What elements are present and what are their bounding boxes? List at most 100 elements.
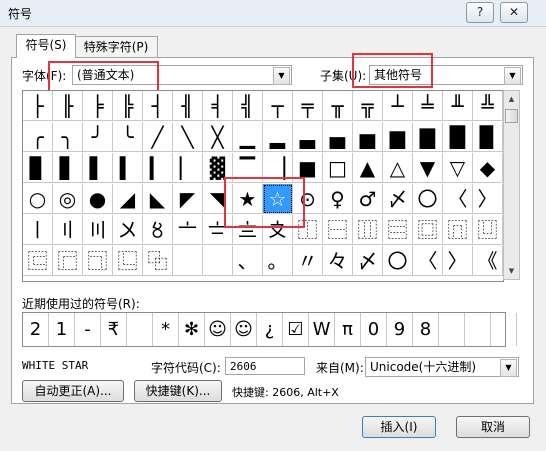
shortcut-key-button[interactable]: 快捷键(K)... xyxy=(134,380,222,402)
symbol-cell[interactable]: ▍ xyxy=(113,153,143,183)
symbol-cell[interactable]: ╠ xyxy=(113,91,143,121)
symbol-cell[interactable]: ╩ xyxy=(473,91,503,121)
symbol-grid-scrollbar[interactable]: ▲ ▼ xyxy=(503,90,520,280)
char-code-input[interactable]: 2606 xyxy=(225,357,305,375)
symbol-cell[interactable]: ⿹ xyxy=(83,246,113,276)
symbol-cell[interactable]: ◤ xyxy=(173,184,203,214)
recent-symbol-cell[interactable]: 1 xyxy=(49,313,75,346)
symbol-cell[interactable]: 〤 xyxy=(113,215,143,245)
symbol-cell[interactable]: ┴ xyxy=(383,91,413,121)
symbol-cell[interactable]: ┬ xyxy=(263,91,293,121)
recent-symbol-cell[interactable]: ☺ xyxy=(205,313,231,346)
symbol-cell[interactable]: █ xyxy=(443,122,473,152)
scroll-up-icon[interactable]: ▲ xyxy=(504,91,519,107)
symbol-cell[interactable]: ⿺ xyxy=(113,246,143,276)
symbol-cell[interactable]: ◢ xyxy=(113,184,143,214)
symbol-cell[interactable]: 〈 xyxy=(443,184,473,214)
symbol-cell[interactable]: ⿻ xyxy=(143,246,173,276)
symbol-cell[interactable]: ▽ xyxy=(443,153,473,183)
recent-symbol-cell[interactable]: 0 xyxy=(361,313,387,346)
symbol-cell[interactable]: ▏ xyxy=(173,153,203,183)
symbol-cell[interactable]: ⿲ xyxy=(353,215,383,245)
symbol-cell[interactable]: ╞ xyxy=(83,91,113,121)
symbol-cell[interactable]: 〡 xyxy=(23,215,53,245)
symbol-cell[interactable]: ▉ xyxy=(473,122,503,152)
symbol-cell[interactable]: ⿱ xyxy=(323,215,353,245)
symbol-cell[interactable]: 〈 xyxy=(413,246,443,276)
symbol-cell[interactable]: 〃 xyxy=(293,246,323,276)
recent-symbol-cell[interactable]: ₹ xyxy=(101,313,127,346)
symbol-cell[interactable]: ▲ xyxy=(353,153,383,183)
symbol-cell[interactable]: ▅ xyxy=(353,122,383,152)
recent-symbol-cell[interactable] xyxy=(127,313,153,346)
symbol-cell[interactable]: ┤ xyxy=(143,91,173,121)
symbol-cell[interactable]: ⿳ xyxy=(383,215,413,245)
symbol-cell[interactable]: 。 xyxy=(263,246,293,276)
symbol-cell[interactable] xyxy=(173,246,203,276)
close-button[interactable]: ✕ xyxy=(500,2,528,23)
symbol-cell[interactable]: ╦ xyxy=(353,91,383,121)
recent-symbol-cell[interactable]: - xyxy=(75,313,101,346)
symbol-cell[interactable]: ▎ xyxy=(143,153,173,183)
symbol-cell[interactable]: ▆ xyxy=(383,122,413,152)
symbol-cell[interactable]: ╣ xyxy=(233,91,263,121)
recent-symbol-cell[interactable]: 9 xyxy=(387,313,413,346)
scroll-down-icon[interactable]: ▼ xyxy=(504,263,519,279)
symbol-cell[interactable]: ╭ xyxy=(23,122,53,152)
symbol-cell[interactable]: ● xyxy=(83,184,113,214)
recent-symbol-cell[interactable]: ✻ xyxy=(179,313,205,346)
symbol-cell[interactable]: ◎ xyxy=(53,184,83,214)
cancel-button[interactable]: 取消 xyxy=(456,416,530,438)
from-select[interactable]: Unicode(十六进制) ▼ xyxy=(365,357,519,377)
chevron-down-icon[interactable]: ▼ xyxy=(273,67,290,85)
symbol-cell[interactable]: 〆 xyxy=(383,184,413,214)
symbol-cell[interactable]: 〥 xyxy=(143,215,173,245)
symbol-cell[interactable]: ⿸ xyxy=(53,246,83,276)
symbol-cell[interactable] xyxy=(203,246,233,276)
symbol-cell[interactable]: 々 xyxy=(323,246,353,276)
scrollbar-thumb[interactable] xyxy=(505,109,518,123)
recent-symbols[interactable]: 2 1- ₹ * ✻ ☺ ☺ ¿ ☑ Wπ 0 9 8 xyxy=(22,312,517,347)
symbol-cell[interactable]: ╯ xyxy=(83,122,113,152)
symbol-cell[interactable]: △ xyxy=(383,153,413,183)
symbol-cell[interactable]: ⿵ xyxy=(443,215,473,245)
symbol-cell[interactable]: ◆ xyxy=(473,153,503,183)
chevron-down-icon[interactable]: ▼ xyxy=(504,67,521,85)
symbol-cell[interactable]: ⿶ xyxy=(473,215,503,245)
symbol-cell[interactable]: ▋ xyxy=(53,153,83,183)
symbol-cell[interactable]: ⿴ xyxy=(413,215,443,245)
symbol-cell[interactable]: ▁ xyxy=(233,122,263,152)
symbol-cell[interactable]: ◣ xyxy=(143,184,173,214)
tab-special-characters[interactable]: 特殊字符(P) xyxy=(74,36,158,58)
recent-symbol-cell[interactable]: 2 xyxy=(23,313,49,346)
recent-symbol-cell[interactable]: * xyxy=(153,313,179,346)
symbol-cell[interactable]: ╱ xyxy=(143,122,173,152)
symbol-cell[interactable]: ▃ xyxy=(293,122,323,152)
symbol-cell[interactable]: ♂ xyxy=(353,184,383,214)
symbol-cell[interactable]: □ xyxy=(323,153,353,183)
recent-symbol-cell[interactable] xyxy=(439,313,465,346)
symbol-cell[interactable]: ▇ xyxy=(413,122,443,152)
symbol-cell[interactable]: 〉 xyxy=(443,246,473,276)
symbol-cell[interactable]: ♀ xyxy=(323,184,353,214)
symbol-cell[interactable]: ╰ xyxy=(113,122,143,152)
symbol-cell[interactable]: ○ xyxy=(23,184,53,214)
symbol-cell[interactable]: ├ xyxy=(23,91,53,121)
autocorrect-button[interactable]: 自动更正(A)... xyxy=(22,380,124,402)
recent-symbol-cell[interactable]: 8 xyxy=(413,313,439,346)
help-button[interactable]: ? xyxy=(466,2,494,23)
symbol-cell[interactable]: 〢 xyxy=(53,215,83,245)
symbol-cell[interactable]: ▼ xyxy=(413,153,443,183)
symbol-cell[interactable]: ╨ xyxy=(443,91,473,121)
recent-symbol-cell[interactable]: π xyxy=(335,313,361,346)
symbol-cell[interactable]: ╡ xyxy=(203,91,233,121)
symbol-cell[interactable]: ╢ xyxy=(173,91,203,121)
recent-symbol-cell[interactable]: ¿ xyxy=(257,313,283,346)
chevron-down-icon[interactable]: ▼ xyxy=(500,359,517,377)
symbol-cell[interactable]: 〆 xyxy=(353,246,383,276)
symbol-cell[interactable]: ╥ xyxy=(323,91,353,121)
recent-symbol-cell[interactable]: ☺ xyxy=(231,313,257,346)
symbol-cell[interactable]: ╟ xyxy=(53,91,83,121)
symbol-cell[interactable]: ╲ xyxy=(173,122,203,152)
symbol-cell[interactable]: 〦 xyxy=(173,215,203,245)
